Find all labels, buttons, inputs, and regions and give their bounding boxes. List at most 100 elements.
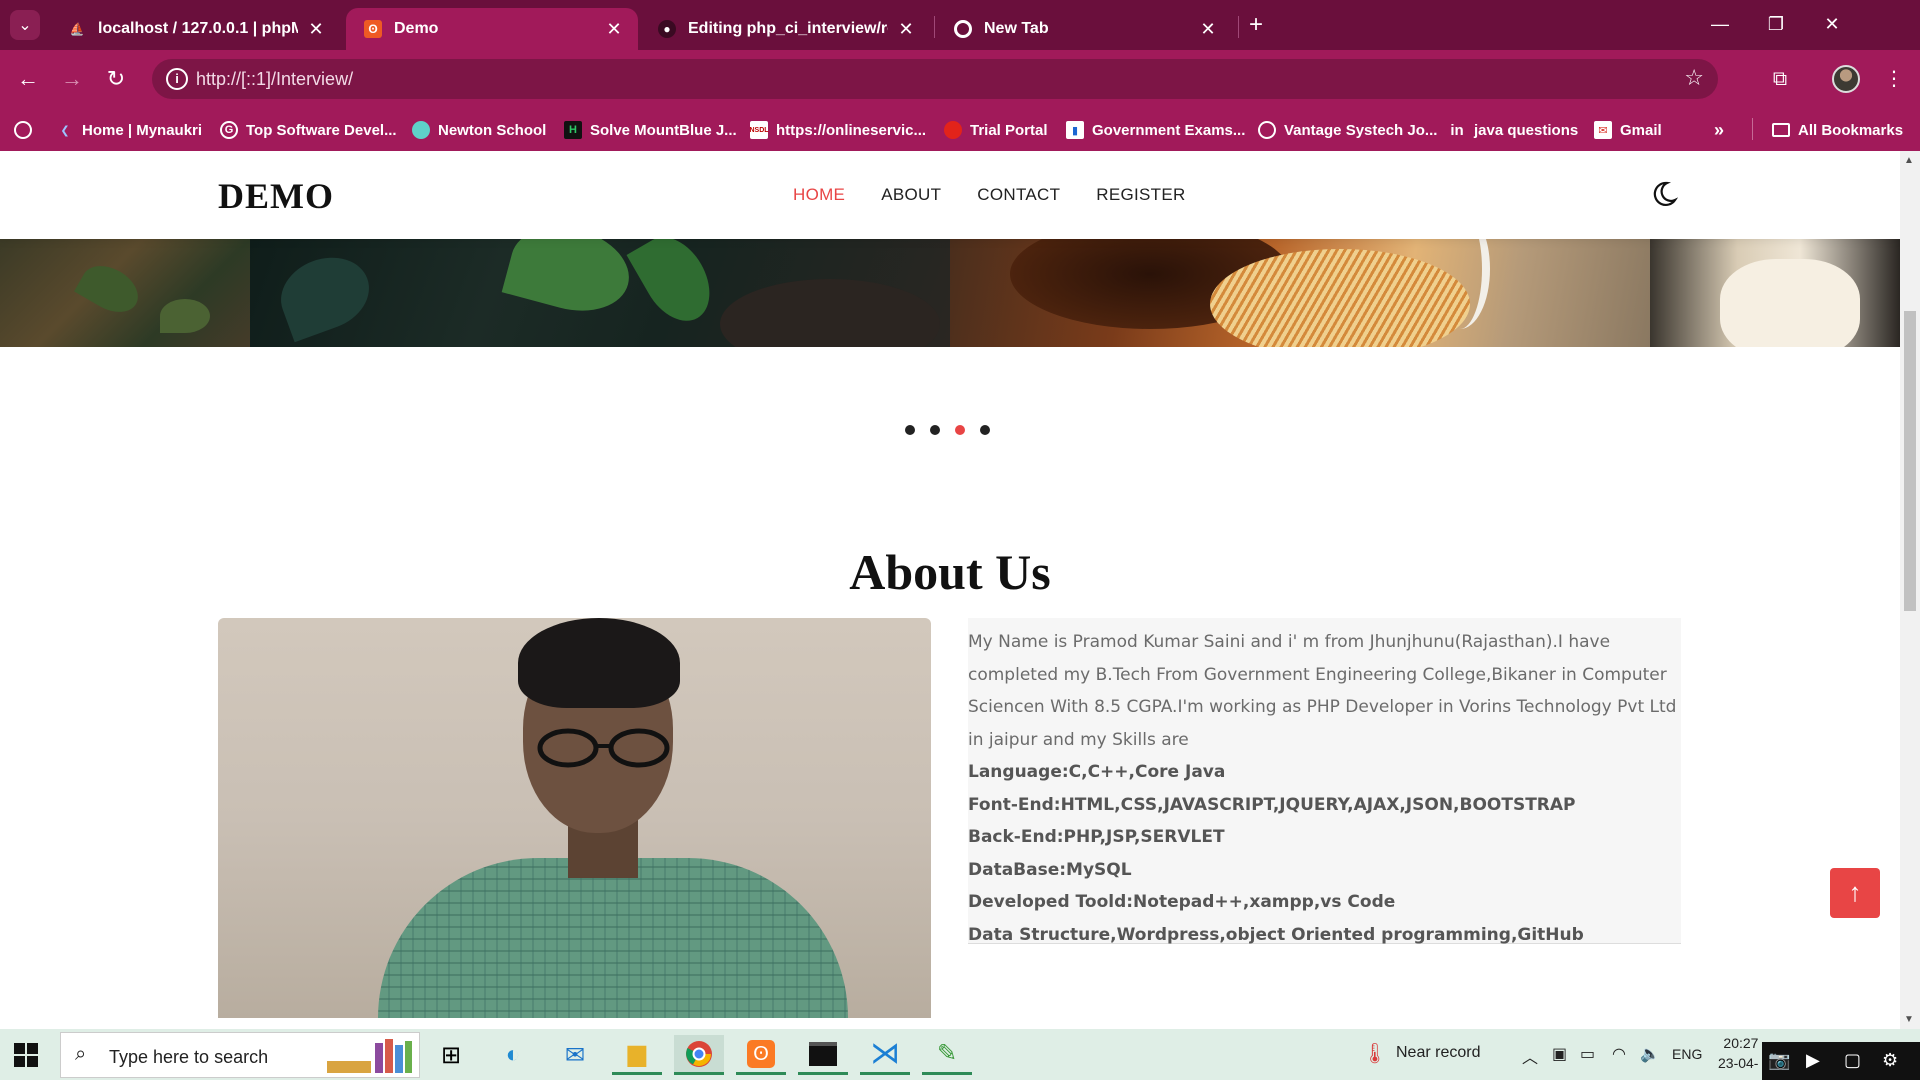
tab-title: Editing php_ci_interview/readme	[688, 20, 888, 37]
tab-phpmyadmin[interactable]: ⛵ localhost / 127.0.0.1 | phpMyAdmin ✕	[50, 8, 340, 50]
vscode-taskbar-icon[interactable]: ⋊	[860, 1035, 910, 1075]
bookmark-item[interactable]: H Solve MountBlue J...	[564, 118, 737, 142]
task-view-icon[interactable]: ⊞	[426, 1035, 476, 1075]
bookmark-item[interactable]: ▮ Government Exams...	[1066, 118, 1245, 142]
bookmarks-bar: ❮ Home | Mynaukri G Top Software Devel... …	[0, 108, 1920, 151]
bookmark-star-icon[interactable]: ☆	[1684, 65, 1704, 91]
restore-window-button[interactable]: ❐	[1748, 8, 1804, 40]
bookmark-item[interactable]: in java questions	[1448, 118, 1578, 142]
all-bookmarks-label: All Bookmarks	[1798, 121, 1904, 139]
video-icon[interactable]: ▶	[1806, 1050, 1820, 1071]
file-explorer-icon[interactable]: ▆	[612, 1035, 662, 1075]
bookmark-item[interactable]: G Top Software Devel...	[220, 118, 397, 142]
language-indicator[interactable]: ENG	[1672, 1046, 1702, 1062]
close-icon[interactable]: ✕	[896, 19, 916, 40]
xampp-taskbar-icon[interactable]: ʘ	[736, 1035, 786, 1075]
tab-separator	[1238, 16, 1239, 38]
window-capture-icon[interactable]: ▢	[1844, 1050, 1861, 1071]
wifi-icon[interactable]: ◠	[1612, 1044, 1626, 1064]
tab-github-editing[interactable]: ● Editing php_ci_interview/readme ✕	[640, 8, 930, 50]
forward-button[interactable]: →	[56, 64, 88, 96]
weather-text[interactable]: Near record	[1396, 1044, 1480, 1062]
tab-separator	[934, 16, 935, 38]
taskbar-search-box[interactable]: ⌕ Type here to search	[60, 1032, 420, 1078]
profile-avatar[interactable]	[1832, 65, 1860, 93]
mynaukri-icon: ❮	[60, 124, 70, 137]
site-logo[interactable]: DEMO	[218, 175, 334, 217]
close-window-button[interactable]: ✕	[1804, 8, 1860, 40]
tray-overflow-icon[interactable]: ︿	[1522, 1044, 1538, 1068]
bookmark-item[interactable]: ✉ Gmail	[1594, 118, 1662, 142]
google-icon: G	[220, 121, 238, 139]
scroll-thumb[interactable]	[1904, 311, 1916, 611]
more-bookmarks-icon[interactable]: »	[1714, 118, 1724, 142]
carousel-dot-active[interactable]	[955, 425, 965, 435]
carousel-dot[interactable]	[980, 425, 990, 435]
extensions-icon[interactable]: ⧉	[1764, 64, 1796, 96]
arrow-up-icon: ↑	[1848, 877, 1862, 907]
trial-portal-icon	[944, 121, 962, 139]
bookmark-item[interactable]: Trial Portal	[944, 118, 1048, 142]
clock[interactable]: 20:27 23-04-	[1718, 1033, 1758, 1073]
nav-contact[interactable]: CONTACT	[977, 185, 1060, 205]
chrome-taskbar-icon[interactable]	[674, 1035, 724, 1075]
meet-now-icon[interactable]: ▣	[1552, 1044, 1567, 1064]
tab-search-button[interactable]: ⌄	[10, 10, 40, 40]
carousel-dot[interactable]	[930, 425, 940, 435]
bookmark-label: Government Exams...	[1092, 121, 1246, 139]
minimize-window-button[interactable]: —	[1692, 8, 1748, 40]
tab-demo[interactable]: ʘ Demo ✕	[346, 8, 638, 50]
weather-icon[interactable]: 🌡	[1362, 1041, 1387, 1066]
reload-button[interactable]: ↻	[100, 64, 132, 96]
close-icon[interactable]: ✕	[306, 19, 326, 40]
tab-title: Demo	[394, 20, 439, 37]
codeigniter-icon: ʘ	[364, 20, 382, 38]
settings-gear-icon[interactable]: ⚙	[1882, 1050, 1898, 1071]
terminal-taskbar-icon[interactable]	[798, 1035, 848, 1075]
carousel-indicators	[905, 425, 990, 435]
skill-line: DataBase:MySQL	[968, 859, 1132, 880]
bookmark-item[interactable]: ❮ Home | Mynaukri	[56, 118, 202, 142]
mail-icon[interactable]: ✉	[550, 1035, 600, 1075]
carousel-dot[interactable]	[905, 425, 915, 435]
bookmark-label: Gmail	[1620, 121, 1662, 139]
close-icon[interactable]: ✕	[1198, 19, 1218, 40]
tab-new-tab[interactable]: New Tab ✕	[936, 8, 1232, 50]
carousel-slide-image	[250, 239, 950, 347]
carousel-slide-image	[1650, 239, 1900, 347]
scroll-up-arrow-icon[interactable]: ▲	[1904, 155, 1914, 166]
search-icon: ⌕	[75, 1043, 87, 1065]
bookmark-item[interactable]: NSDL https://onlineservic...	[749, 118, 926, 142]
back-to-top-button[interactable]: ↑	[1830, 868, 1880, 918]
new-tab-button[interactable]: +	[1242, 12, 1270, 40]
bookmark-item[interactable]: Vantage Systech Jo...	[1258, 118, 1437, 142]
url-text[interactable]: http://[::1]/Interview/	[196, 69, 353, 90]
moon-icon[interactable]	[1648, 179, 1678, 209]
government-exams-icon: ▮	[1066, 121, 1084, 139]
clock-time: 20:27	[1723, 1035, 1759, 1051]
nav-register[interactable]: REGISTER	[1096, 185, 1185, 205]
back-button[interactable]: ←	[12, 64, 44, 96]
browser-tab-strip: ⌄ ⛵ localhost / 127.0.0.1 | phpMyAdmin ✕…	[0, 0, 1920, 50]
nav-home[interactable]: HOME	[793, 185, 845, 205]
bookmark-item[interactable]: Newton School	[412, 118, 546, 142]
scroll-down-arrow-icon[interactable]: ▼	[1904, 1014, 1914, 1025]
notepadpp-taskbar-icon[interactable]: ✎	[922, 1035, 972, 1075]
camera-icon[interactable]: 📷	[1768, 1050, 1790, 1071]
edge-icon[interactable]: ◐	[488, 1035, 538, 1075]
gmail-icon: ✉	[1594, 121, 1612, 139]
bookmark-label: Home | Mynaukri	[82, 121, 203, 139]
page-scrollbar[interactable]: ▲ ▼	[1900, 151, 1920, 1029]
site-info-icon[interactable]: i	[166, 68, 188, 90]
nav-about[interactable]: ABOUT	[881, 185, 941, 205]
apps-icon[interactable]	[14, 118, 32, 142]
battery-icon[interactable]: ▭	[1580, 1044, 1595, 1064]
volume-icon[interactable]: 🔈	[1640, 1044, 1660, 1064]
bookmark-label: Vantage Systech Jo...	[1284, 121, 1438, 139]
all-bookmarks-button[interactable]: All Bookmarks	[1772, 118, 1903, 142]
windows-start-icon[interactable]	[14, 1043, 38, 1067]
browser-menu-icon[interactable]: ⋮	[1878, 64, 1910, 96]
close-icon[interactable]: ✕	[604, 19, 624, 40]
globe-icon	[1258, 121, 1276, 139]
address-bar[interactable]: i http://[::1]/Interview/ ☆	[152, 59, 1718, 99]
